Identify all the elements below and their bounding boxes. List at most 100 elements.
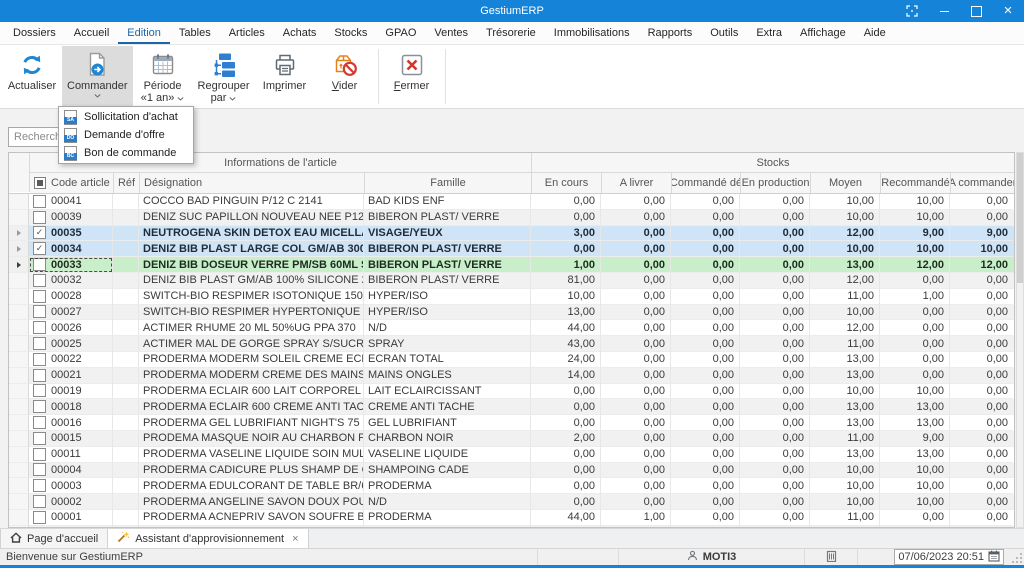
cell-stock-value[interactable]: 0,00 (740, 320, 810, 336)
cell-stock-value[interactable]: 1,00 (880, 289, 950, 305)
cell-stock-value[interactable]: 1,00 (531, 257, 601, 273)
cell-code-article[interactable]: 00019 (29, 384, 113, 400)
cell-stock-value[interactable]: 24,00 (531, 352, 601, 368)
cell-stock-value[interactable]: 0,00 (601, 226, 671, 242)
dropdown-item-demande-d-offre[interactable]: DODemande d'offre (59, 126, 193, 144)
cell-stock-value[interactable]: 0,00 (671, 463, 740, 479)
cell-famille[interactable]: SHAMPOING CADE (364, 463, 531, 479)
column-header-a-commander[interactable]: A commander (951, 173, 1014, 193)
cell-stock-value[interactable]: 0,00 (880, 320, 950, 336)
cell-designation[interactable]: NEUTROGENA SKIN DETOX EAU MICELLAIRE 400… (139, 226, 364, 242)
column-header-famille[interactable]: Famille (365, 173, 532, 193)
cell-stock-value[interactable]: 13,00 (531, 305, 601, 321)
cell-designation[interactable]: DENIZ BIB PLAST GM/AB 100% SILICONE 240M… (139, 273, 364, 289)
cell-stock-value[interactable]: 0,00 (740, 384, 810, 400)
cell-stock-value[interactable]: 0,00 (740, 510, 810, 526)
cell-stock-value[interactable]: 0,00 (671, 415, 740, 431)
cell-stock-value[interactable]: 0,00 (740, 352, 810, 368)
cell-stock-value[interactable]: 11,00 (810, 510, 880, 526)
cell-stock-value[interactable]: 0,00 (950, 431, 1013, 447)
cell-stock-value[interactable]: 0,00 (740, 494, 810, 510)
cell-stock-value[interactable]: 12,00 (810, 273, 880, 289)
cell-stock-value[interactable]: 0,00 (601, 368, 671, 384)
row-header[interactable] (9, 336, 29, 352)
menu-item-extra[interactable]: Extra (747, 22, 791, 44)
cell-stock-value[interactable]: 13,00 (810, 415, 880, 431)
cell-stock-value[interactable]: 9,00 (950, 226, 1013, 242)
table-row[interactable]: 00015PRODEMA MASQUE NOIR AU CHARBON POUR… (9, 431, 1014, 447)
cell-ref[interactable] (113, 194, 139, 210)
column-header-en-production[interactable]: En production (741, 173, 811, 193)
table-row[interactable]: 00003PRODERMA EDULCORANT DE TABLE BR/600… (9, 478, 1014, 494)
row-header[interactable] (9, 463, 29, 479)
table-row[interactable]: 00033DENIZ BIB DOSEUR VERRE PM/SB 60ML S… (9, 257, 1014, 273)
cell-stock-value[interactable]: 0,00 (740, 210, 810, 226)
cell-stock-value[interactable]: 13,00 (810, 399, 880, 415)
cell-ref[interactable] (113, 226, 139, 242)
cell-stock-value[interactable]: 12,00 (950, 257, 1013, 273)
cell-stock-value[interactable]: 0,00 (671, 320, 740, 336)
cell-stock-value[interactable]: 10,00 (880, 478, 950, 494)
cell-stock-value[interactable]: 0,00 (671, 241, 740, 257)
cell-stock-value[interactable]: 0,00 (531, 210, 601, 226)
column-header-a-livrer[interactable]: A livrer (602, 173, 672, 193)
row-checkbox[interactable] (33, 195, 46, 208)
cell-stock-value[interactable]: 0,00 (671, 226, 740, 242)
cell-stock-value[interactable]: 0,00 (880, 336, 950, 352)
cell-designation[interactable]: DENIZ BIB PLAST LARGE COL GM/AB 300ML SP… (139, 241, 364, 257)
row-checkbox[interactable] (33, 258, 46, 271)
cell-stock-value[interactable]: 0,00 (740, 226, 810, 242)
menu-item-aide[interactable]: Aide (855, 22, 895, 44)
cell-ref[interactable] (113, 431, 139, 447)
column-header-designation[interactable]: Désignation (140, 173, 365, 193)
cell-stock-value[interactable]: 0,00 (880, 368, 950, 384)
cell-stock-value[interactable]: 0,00 (740, 194, 810, 210)
cell-stock-value[interactable]: 10,00 (880, 241, 950, 257)
cell-ref[interactable] (113, 415, 139, 431)
cell-stock-value[interactable]: 12,00 (880, 257, 950, 273)
cell-stock-value[interactable]: 0,00 (740, 415, 810, 431)
cell-stock-value[interactable]: 0,00 (601, 384, 671, 400)
cell-stock-value[interactable]: 0,00 (601, 336, 671, 352)
cell-stock-value[interactable]: 9,00 (880, 226, 950, 242)
cell-stock-value[interactable]: 0,00 (671, 194, 740, 210)
column-header-commande-de[interactable]: Commandé dé (672, 173, 741, 193)
cell-stock-value[interactable]: 0,00 (531, 384, 601, 400)
menu-item-gpao[interactable]: GPAO (376, 22, 425, 44)
cell-stock-value[interactable]: 0,00 (601, 494, 671, 510)
cell-stock-value[interactable]: 0,00 (671, 447, 740, 463)
cell-stock-value[interactable]: 0,00 (601, 399, 671, 415)
table-row[interactable]: 00032DENIZ BIB PLAST GM/AB 100% SILICONE… (9, 273, 1014, 289)
cell-stock-value[interactable]: 12,00 (810, 320, 880, 336)
table-row[interactable]: ✓00035NEUTROGENA SKIN DETOX EAU MICELLAI… (9, 226, 1014, 242)
cell-stock-value[interactable]: 0,00 (740, 431, 810, 447)
row-checkbox[interactable] (33, 416, 46, 429)
cell-stock-value[interactable]: 0,00 (601, 447, 671, 463)
row-header[interactable] (9, 368, 29, 384)
cell-stock-value[interactable]: 10,00 (880, 463, 950, 479)
cell-designation[interactable]: DENIZ SUC PAPILLON NOUVEAU NEE P12 SP543 (139, 210, 364, 226)
cell-stock-value[interactable]: 14,00 (531, 368, 601, 384)
cell-ref[interactable] (113, 257, 139, 273)
table-row[interactable]: 00019PRODERMA ECLAIR 600 LAIT CORPOREL E… (9, 384, 1014, 400)
cell-stock-value[interactable]: 0,00 (950, 210, 1013, 226)
table-row[interactable]: 00002PRODERMA ANGELINE SAVON DOUX POUR B… (9, 494, 1014, 510)
row-header[interactable] (9, 431, 29, 447)
cell-code-article[interactable]: 00027 (29, 305, 113, 321)
cell-stock-value[interactable]: 0,00 (531, 447, 601, 463)
cell-stock-value[interactable]: 0,00 (950, 368, 1013, 384)
column-header-en-cours[interactable]: En cours (532, 173, 602, 193)
row-checkbox[interactable] (33, 274, 46, 287)
table-row[interactable]: 00021PRODERMA MODERM CREME DES MAINS/ONG… (9, 368, 1014, 384)
vider-button[interactable]: Vider (315, 46, 375, 107)
menu-item-stocks[interactable]: Stocks (325, 22, 376, 44)
cell-stock-value[interactable]: 0,00 (601, 415, 671, 431)
cell-famille[interactable]: MAINS ONGLES (364, 368, 531, 384)
row-checkbox[interactable] (33, 463, 46, 476)
cell-code-article[interactable]: 00022 (29, 352, 113, 368)
cell-code-article[interactable]: 00002 (29, 494, 113, 510)
cell-famille[interactable]: N/D (364, 320, 531, 336)
cell-stock-value[interactable]: 0,00 (671, 273, 740, 289)
menu-item-affichage[interactable]: Affichage (791, 22, 855, 44)
cell-stock-value[interactable]: 13,00 (810, 447, 880, 463)
